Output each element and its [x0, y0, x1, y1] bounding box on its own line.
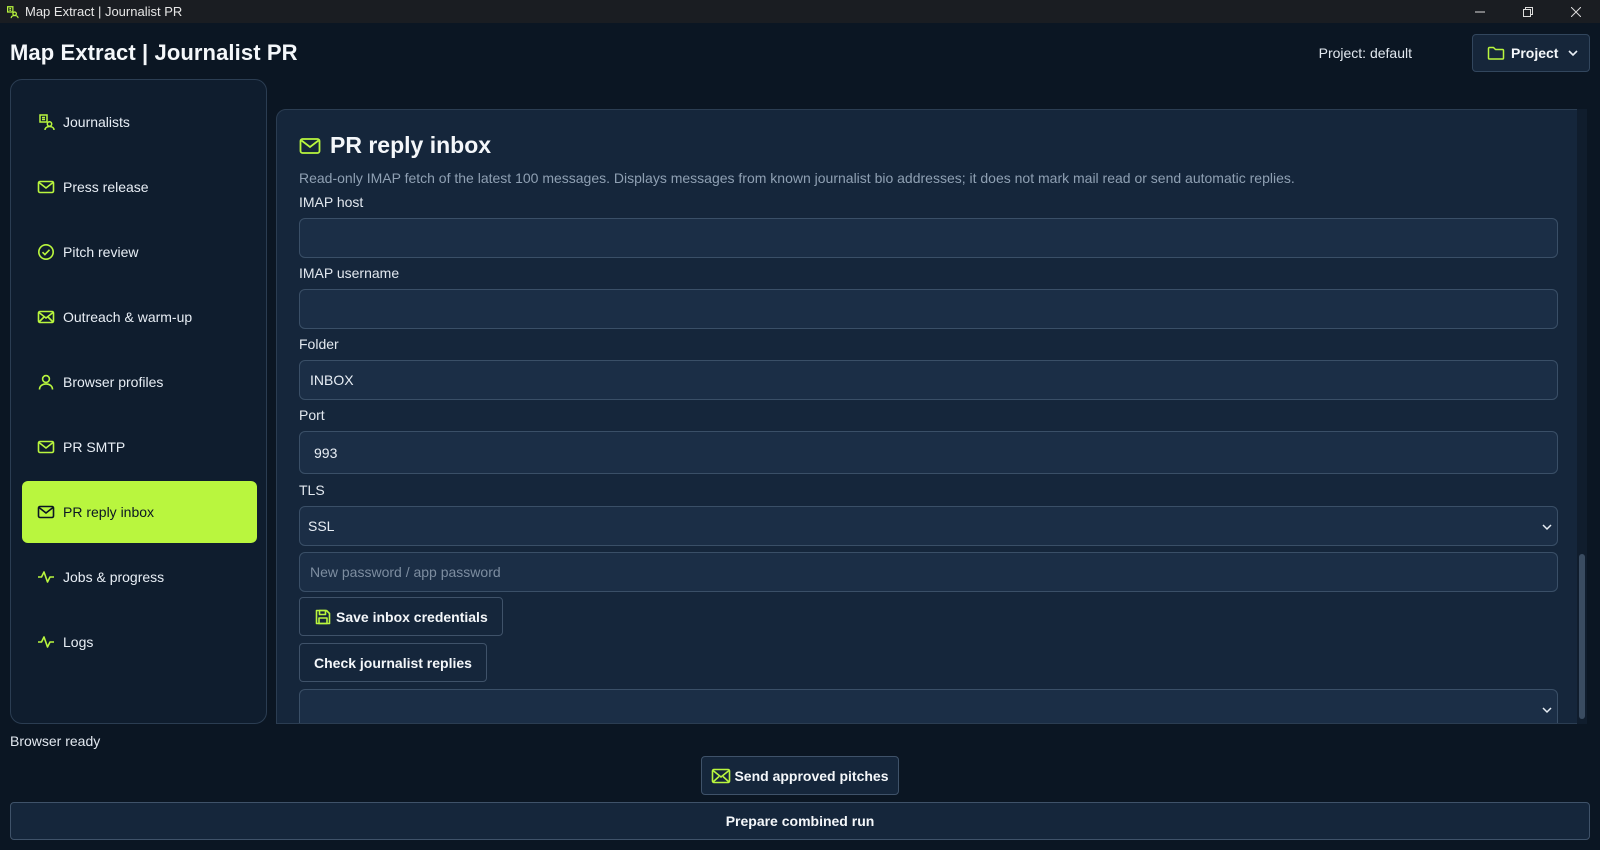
tls-select-value: SSL — [308, 518, 335, 534]
chevron-down-icon — [1542, 524, 1552, 531]
imap-username-label: IMAP username — [299, 265, 400, 281]
restore-button[interactable] — [1504, 0, 1552, 23]
imap-username-input[interactable] — [299, 289, 1558, 329]
minimize-icon — [1475, 11, 1485, 12]
sidebar-item-label: Browser profiles — [63, 374, 164, 390]
envelope-icon — [299, 137, 321, 154]
minimize-button[interactable] — [1456, 0, 1504, 23]
tls-select[interactable]: SSL — [299, 506, 1558, 546]
journalist-icon — [39, 114, 55, 131]
app-title: Map Extract | Journalist PR — [10, 40, 298, 65]
password-input[interactable] — [299, 552, 1558, 592]
sidebar-item-label: Logs — [63, 634, 94, 650]
close-button[interactable] — [1552, 0, 1600, 23]
window-titlebar: Map Extract | Journalist PR — [0, 0, 1600, 23]
sidebar-item-label: PR reply inbox — [63, 504, 155, 520]
status-text: Browser ready — [10, 733, 101, 749]
folder-input[interactable] — [299, 360, 1558, 400]
mail-open-icon — [37, 310, 55, 324]
sidebar-item-journalists[interactable]: Journalists — [22, 91, 257, 153]
activity-icon — [38, 636, 54, 648]
port-label: Port — [299, 407, 325, 423]
activity-icon — [38, 571, 54, 583]
window-controls — [1456, 0, 1600, 23]
imap-host-label: IMAP host — [299, 194, 364, 210]
sidebar-item-label: Pitch review — [63, 244, 139, 260]
reply-select[interactable] — [299, 689, 1558, 723]
page-title-text: PR reply inbox — [330, 132, 492, 158]
sidebar-item-label: PR SMTP — [63, 439, 126, 455]
envelope-icon — [37, 505, 55, 519]
folder-icon — [1487, 46, 1505, 60]
chevron-down-icon — [1568, 50, 1578, 57]
send-approved-pitches-button[interactable]: Send approved pitches — [701, 756, 899, 795]
sidebar-item-pitch-review[interactable]: Pitch review — [22, 221, 257, 283]
sidebar-item-label: Press release — [63, 179, 149, 195]
tls-label: TLS — [299, 482, 325, 498]
sidebar-item-press-release[interactable]: Press release — [22, 156, 257, 218]
sidebar-item-pr-reply-inbox[interactable]: PR reply inbox — [22, 481, 257, 543]
mail-send-icon — [712, 768, 731, 783]
page-title: PR reply inbox — [299, 132, 491, 159]
project-label: Project: default — [1318, 45, 1412, 61]
close-icon — [1571, 6, 1581, 17]
journalist-icon — [7, 5, 19, 18]
project-button-label: Project — [1511, 45, 1559, 61]
folder-label: Folder — [299, 336, 339, 352]
scrollbar-thumb[interactable] — [1579, 554, 1585, 719]
sidebar-item-logs[interactable]: Logs — [22, 611, 257, 673]
save-inbox-credentials-button[interactable]: Save inbox credentials — [299, 597, 503, 636]
sidebar-item-label: Journalists — [63, 114, 130, 130]
check-circle-icon — [38, 244, 54, 260]
save-button-label: Save inbox credentials — [336, 608, 488, 625]
sidebar-item-jobs-progress[interactable]: Jobs & progress — [22, 546, 257, 608]
sidebar-item-outreach[interactable]: Outreach & warm-up — [22, 286, 257, 348]
port-input[interactable] — [299, 431, 1558, 474]
check-journalist-replies-button[interactable]: Check journalist replies — [299, 643, 487, 682]
check-button-label: Check journalist replies — [314, 654, 472, 671]
save-icon — [315, 609, 331, 624]
window-title: Map Extract | Journalist PR — [25, 4, 183, 19]
page-description: Read-only IMAP fetch of the latest 100 m… — [299, 170, 1295, 186]
send-button-label: Send approved pitches — [734, 767, 889, 784]
envelope-icon — [37, 180, 55, 194]
sidebar-item-label: Outreach & warm-up — [63, 309, 193, 325]
imap-host-input[interactable] — [299, 218, 1558, 258]
envelope-icon — [37, 440, 55, 454]
combined-button-label: Prepare combined run — [725, 813, 875, 829]
chevron-down-icon — [1542, 707, 1552, 714]
user-icon — [38, 374, 54, 390]
project-button[interactable]: Project — [1472, 34, 1590, 72]
main-panel: PR reply inbox Read-only IMAP fetch of t… — [276, 109, 1587, 724]
prepare-combined-run-button[interactable]: Prepare combined run — [10, 802, 1590, 840]
sidebar-item-browser-profiles[interactable]: Browser profiles — [22, 351, 257, 413]
restore-icon — [1523, 6, 1533, 17]
main-scrollbar[interactable] — [1577, 109, 1587, 724]
sidebar-item-pr-smtp[interactable]: PR SMTP — [22, 416, 257, 478]
sidebar: Journalists Press release Pitch review O… — [10, 79, 267, 724]
sidebar-item-label: Jobs & progress — [63, 569, 165, 585]
